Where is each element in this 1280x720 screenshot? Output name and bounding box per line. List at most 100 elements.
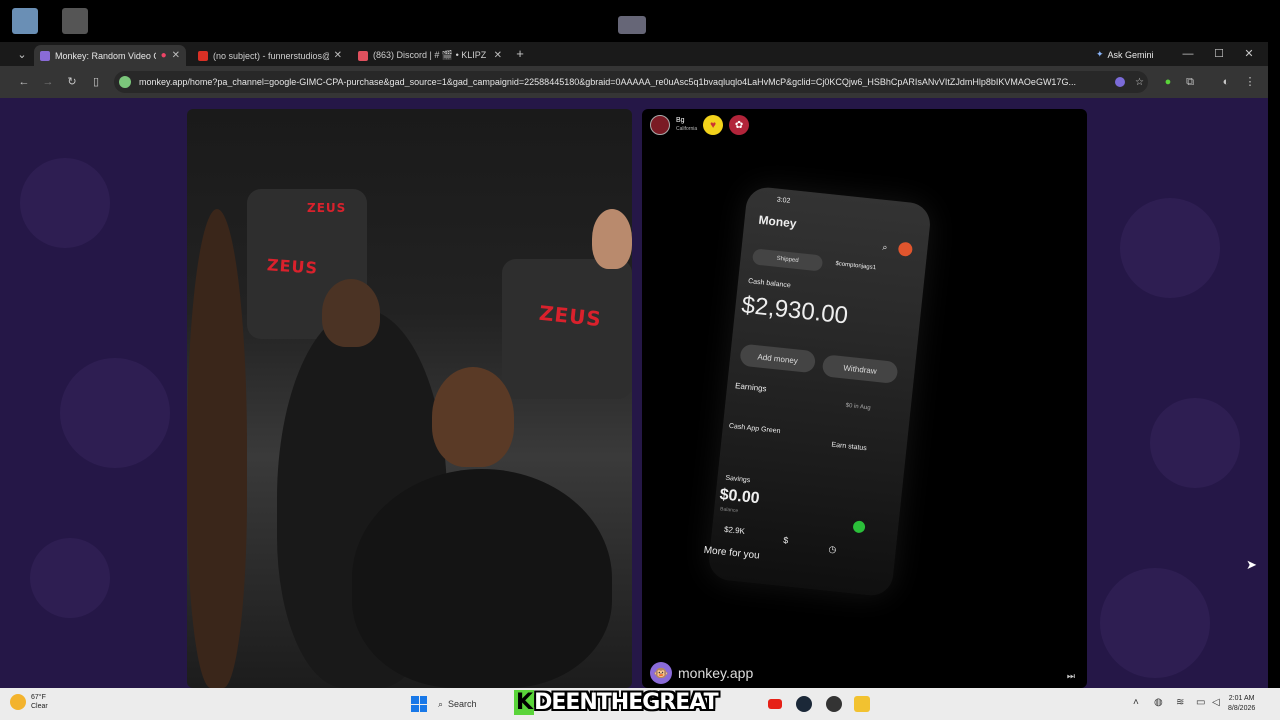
add-money-label: Add money: [757, 351, 799, 366]
obs-icon[interactable]: [826, 696, 842, 712]
cash-balance-value: $2,930.00: [740, 291, 850, 330]
avatar[interactable]: ◐: [1218, 75, 1234, 89]
wifi-icon[interactable]: ≋: [1176, 697, 1184, 708]
clock-icon: ◷: [828, 543, 837, 555]
skip-icon[interactable]: ⏭: [1067, 671, 1075, 682]
remote-video-feed: Bg California ♥ ✿ 3:02 Money ⌕ Shipped $…: [642, 109, 1087, 688]
tab-gmail[interactable]: (no subject) - funnerstudios@g ✕: [192, 45, 348, 66]
avatar: [650, 115, 670, 135]
browser-toolbar: ← → ↻ ▯ monkey.app/home?pa_channel=googl…: [0, 66, 1268, 98]
savings-label: Savings: [725, 474, 751, 485]
gift-badge-icon[interactable]: ✿: [729, 115, 750, 135]
caller-name-text: Bg: [676, 117, 685, 124]
add-money-button: Add money: [739, 343, 817, 374]
caller-info[interactable]: Bg California ♥ ✿: [650, 115, 750, 135]
caller-location: California: [676, 126, 698, 132]
search-label: Search: [448, 699, 477, 709]
withdraw-button: Withdraw: [821, 354, 899, 384]
steam-icon[interactable]: [796, 696, 812, 712]
recycle-bin-icon[interactable]: [12, 8, 38, 34]
monkey-favicon-icon: [40, 50, 50, 61]
extension-icon[interactable]: [1115, 77, 1125, 87]
display-icon[interactable]: ▭: [1196, 697, 1205, 708]
maximize-icon[interactable]: ☐: [1211, 47, 1227, 61]
new-tab-button[interactable]: +: [512, 47, 528, 61]
youtube-icon[interactable]: [768, 699, 782, 709]
ask-gemini-button[interactable]: ✦ Ask Gemini: [1090, 46, 1160, 63]
desktop: [0, 0, 1280, 44]
weather-widget[interactable]: 67°F Clear: [10, 693, 48, 711]
clock-time: 2:01 AM: [1228, 695, 1255, 702]
caller-name: Bg California: [676, 117, 697, 133]
nav-balance: $2.9K: [723, 524, 746, 536]
background-pattern: [1100, 568, 1210, 678]
shipped-chip-label: Shipped: [776, 255, 799, 265]
background-pattern: [60, 358, 170, 468]
cash-balance-label: Cash balance: [747, 277, 792, 290]
side-panel-icon[interactable]: ▯: [88, 75, 104, 89]
search-icon: ⌕: [438, 698, 444, 709]
person-face: [592, 209, 632, 269]
profile-icon: [897, 241, 914, 257]
weather-text: 67°F Clear: [31, 693, 48, 711]
address-bar[interactable]: monkey.app/home?pa_channel=google-GIMC-C…: [114, 71, 1148, 93]
reload-icon[interactable]: ↻: [64, 75, 80, 89]
heart-badge-icon[interactable]: ♥: [703, 115, 724, 135]
brand-label: monkey.app: [678, 665, 754, 681]
folder-icon[interactable]: [618, 16, 646, 34]
windows-start-icon[interactable]: [411, 696, 427, 712]
site-info-icon[interactable]: [119, 76, 131, 88]
gemini-icon: ✦: [1096, 49, 1104, 59]
earnings-note: $0 in Aug: [845, 402, 871, 412]
tab-title: (863) Discord | # 🎬 • KLIPZ | 𝒦𝓁𝒾𝓅: [373, 50, 489, 60]
minimize-icon[interactable]: —: [1180, 47, 1196, 61]
cashtag: $comptonjags1: [835, 260, 877, 272]
condition: Clear: [31, 703, 48, 710]
monkey-page: ZEUS ZEUS ZEUS Bg California ♥ ✿ 3:02 Mo…: [0, 98, 1268, 688]
chair: [502, 259, 632, 399]
tab-monkey[interactable]: Monkey: Random Video Ch ● ✕: [34, 45, 186, 66]
seat-logo: ZEUS: [266, 255, 319, 278]
overlay-text: DEENTHEGREAT: [534, 690, 719, 715]
background-pattern: [1120, 198, 1220, 298]
discord-favicon-icon: [358, 50, 368, 61]
tray-chevron-icon[interactable]: ˄: [1133, 697, 1139, 708]
savings-sub: Balance: [719, 506, 739, 515]
network-icon[interactable]: ◍: [1154, 697, 1163, 708]
browser-window: ⌄ Monkey: Random Video Ch ● ✕ (no subjec…: [0, 42, 1268, 688]
profile-extension-icon[interactable]: ●: [1160, 75, 1176, 89]
recording-icon: ●: [160, 50, 167, 61]
tab-bar: ⌄ Monkey: Random Video Ch ● ✕ (no subjec…: [0, 42, 1268, 66]
menu-kebab-icon[interactable]: ⋮: [1242, 75, 1258, 89]
close-tab-icon[interactable]: ✕: [172, 50, 180, 61]
volume-icon[interactable]: ◁: [1212, 697, 1220, 708]
file-explorer-icon[interactable]: [854, 696, 870, 712]
person: [187, 209, 247, 688]
nav-dollar-icon: $: [782, 535, 789, 546]
close-tab-icon[interactable]: ✕: [494, 50, 502, 61]
tab-discord[interactable]: (863) Discord | # 🎬 • KLIPZ | 𝒦𝓁𝒾𝓅 ✕: [352, 45, 508, 66]
app-icon[interactable]: [62, 8, 88, 34]
person-face: [432, 367, 514, 467]
earn-status-label: Earn status: [831, 441, 868, 453]
bookmark-star-icon[interactable]: ☆: [1135, 77, 1144, 88]
extensions-puzzle-icon[interactable]: ⧉: [1182, 75, 1198, 89]
tab-list-icon[interactable]: ⌄: [14, 48, 30, 62]
taskbar-search[interactable]: ⌕ Search: [438, 694, 518, 714]
withdraw-label: Withdraw: [843, 362, 878, 376]
close-tab-icon[interactable]: ✕: [334, 50, 342, 61]
sun-icon: [10, 694, 26, 710]
person-face: [322, 279, 380, 347]
url-text[interactable]: monkey.app/home?pa_channel=google-GIMC-C…: [139, 77, 1109, 87]
system-clock[interactable]: 2:01 AM 8/8/2026: [1228, 694, 1255, 714]
background-pattern: [30, 538, 110, 618]
streamer-name-overlay: KDEENTHEGREAT: [514, 690, 719, 715]
close-window-icon[interactable]: ✕: [1241, 47, 1257, 61]
clock-date: 8/8/2026: [1228, 705, 1256, 712]
overlay-k: K: [514, 690, 535, 715]
local-video-feed: ZEUS ZEUS ZEUS: [187, 109, 632, 688]
back-icon[interactable]: ←: [16, 75, 32, 89]
forward-icon[interactable]: →: [40, 75, 56, 89]
background-pattern: [1150, 398, 1240, 488]
tab-title: (no subject) - funnerstudios@g: [213, 50, 329, 61]
